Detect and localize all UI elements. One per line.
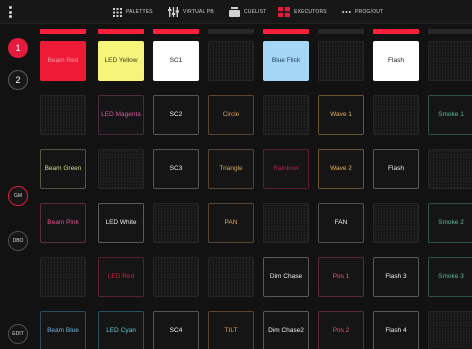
empty-executor-slot[interactable]: [153, 203, 199, 243]
executor-button[interactable]: Smoke 3: [428, 257, 472, 297]
empty-executor-slot[interactable]: [40, 257, 86, 297]
tab-cuelist[interactable]: CUELIST: [229, 0, 267, 24]
executor-button[interactable]: Smoke 1: [428, 95, 472, 135]
empty-executor-slot[interactable]: [428, 41, 472, 81]
empty-executor-slot[interactable]: [428, 311, 472, 349]
tab-label: PROG/OUT: [355, 9, 384, 15]
executor-button[interactable]: Beam Blue: [40, 311, 86, 349]
executor-button[interactable]: Flash: [373, 149, 419, 189]
executor-strip-2: [98, 29, 144, 34]
executor-button[interactable]: Flash: [373, 41, 419, 81]
grid-icon: [113, 7, 122, 17]
tab-palettes[interactable]: PALETTES: [113, 0, 153, 24]
executor-button[interactable]: Flash 3: [373, 257, 419, 297]
executor-button[interactable]: Pos 1: [318, 257, 364, 297]
tab-label: EXECUTORS: [294, 9, 327, 15]
executor-strip-1: [40, 29, 86, 34]
executor-strip-7: [373, 29, 419, 34]
executor-button[interactable]: Beam Red: [40, 41, 86, 81]
executor-strip-8: [428, 29, 472, 34]
executor-button[interactable]: LED White: [98, 203, 144, 243]
executor-button[interactable]: Pos 2: [318, 311, 364, 349]
executor-strip-4: [208, 29, 254, 34]
empty-executor-slot[interactable]: [428, 149, 472, 189]
executor-grid-icon: [278, 7, 290, 17]
executor-button[interactable]: LED Red: [98, 257, 144, 297]
executor-button[interactable]: SC1: [153, 41, 199, 81]
executor-button[interactable]: LED Cyan: [98, 311, 144, 349]
empty-executor-slot[interactable]: [208, 257, 254, 297]
executor-button[interactable]: SC2: [153, 95, 199, 135]
empty-executor-slot[interactable]: [373, 203, 419, 243]
tab-prog-out[interactable]: PROG/OUT: [342, 0, 383, 24]
executor-strip-3: [153, 29, 199, 34]
executor-button[interactable]: Dim Chase2: [263, 311, 309, 349]
tab-virtual-pb[interactable]: VIRTUAL PB: [168, 0, 214, 24]
stack-icon: [229, 7, 240, 17]
executor-button[interactable]: LED Magenta: [98, 95, 144, 135]
executor-button[interactable]: Rainbow: [263, 149, 309, 189]
empty-executor-slot[interactable]: [373, 95, 419, 135]
page-2-button[interactable]: 2: [8, 70, 28, 90]
executor-button[interactable]: PAN: [208, 203, 254, 243]
executor-button[interactable]: Beam Pink: [40, 203, 86, 243]
ellipsis-icon: [342, 11, 351, 13]
executor-button[interactable]: Circle: [208, 95, 254, 135]
executor-button[interactable]: Blue Flick: [263, 41, 309, 81]
executor-button[interactable]: Triangle: [208, 149, 254, 189]
empty-executor-slot[interactable]: [40, 95, 86, 135]
executor-strip-5: [263, 29, 309, 34]
empty-executor-slot[interactable]: [208, 41, 254, 81]
executor-button[interactable]: Wave 1: [318, 95, 364, 135]
executor-strip-6: [318, 29, 364, 34]
tab-executors[interactable]: EXECUTORS: [278, 0, 327, 24]
executor-button[interactable]: TILT: [208, 311, 254, 349]
empty-executor-slot[interactable]: [98, 149, 144, 189]
top-navigation-bar: PALETTES VIRTUAL PB CUELIST EXECUTORS PR…: [0, 0, 472, 24]
grand-master-button[interactable]: GM: [8, 186, 28, 206]
executor-button[interactable]: Beam Green: [40, 149, 86, 189]
executor-button[interactable]: Smoke 2: [428, 203, 472, 243]
empty-executor-slot[interactable]: [318, 41, 364, 81]
menu-icon[interactable]: [9, 6, 13, 18]
executor-button[interactable]: FAN: [318, 203, 364, 243]
tab-label: VIRTUAL PB: [183, 9, 214, 15]
dbo-button[interactable]: DBO: [8, 231, 28, 251]
executor-button[interactable]: SC3: [153, 149, 199, 189]
executor-button[interactable]: SC4: [153, 311, 199, 349]
executor-button[interactable]: Wave 2: [318, 149, 364, 189]
app-window: PALETTES VIRTUAL PB CUELIST EXECUTORS PR…: [0, 0, 472, 349]
empty-executor-slot[interactable]: [153, 257, 199, 297]
empty-executor-slot[interactable]: [263, 95, 309, 135]
sliders-icon: [168, 7, 179, 17]
edit-button[interactable]: EDIT: [8, 324, 28, 344]
executor-button[interactable]: Flash 4: [373, 311, 419, 349]
executor-button[interactable]: LED Yellow: [98, 41, 144, 81]
tab-label: CUELIST: [244, 9, 267, 15]
executor-button[interactable]: Dim Chase: [263, 257, 309, 297]
tab-label: PALETTES: [126, 9, 153, 15]
page-1-button[interactable]: 1: [8, 38, 28, 58]
empty-executor-slot[interactable]: [263, 203, 309, 243]
